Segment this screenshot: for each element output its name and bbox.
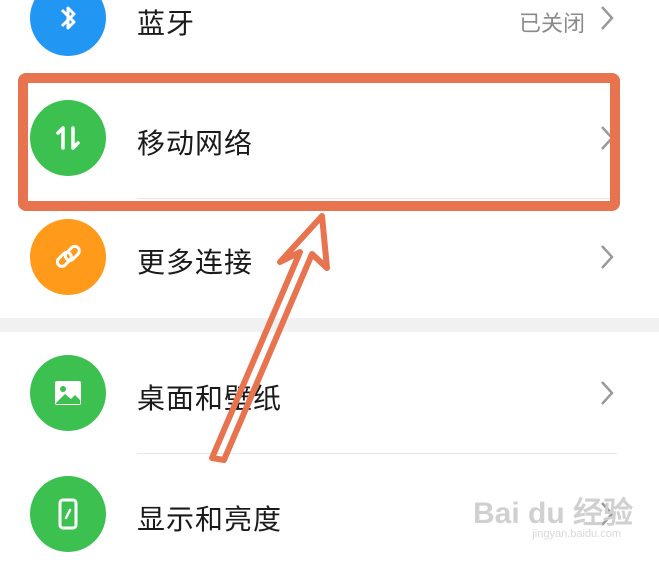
watermark-url: jingyan.baidu.com [532, 528, 621, 540]
watermark-logo: Bai du 经验 [472, 497, 633, 530]
annotation-arrow [209, 213, 330, 463]
